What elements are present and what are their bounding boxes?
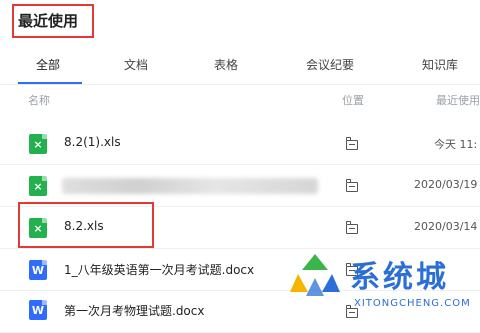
file-name[interactable]: 第一次月考物理试题.docx <box>64 302 204 319</box>
tab-meeting-notes[interactable]: 会议纪要 <box>306 56 354 73</box>
file-name[interactable]: 8.2(1).xls <box>64 135 121 149</box>
file-highlight-box <box>18 202 154 248</box>
file-date: 2020/03/19 <box>414 178 478 191</box>
file-row[interactable]: × 8.2(1).xls 今天 11: <box>0 122 480 165</box>
column-header-name: 名称 <box>28 94 50 107</box>
column-header-location[interactable]: 位置 <box>342 92 364 108</box>
watermark-text: 系统城 <box>350 260 449 295</box>
blurred-file-name <box>62 178 318 194</box>
watermark-subtext: XITONGCHENG.COM <box>354 298 471 309</box>
folder-icon[interactable] <box>346 221 358 234</box>
folder-icon[interactable] <box>346 137 358 150</box>
excel-file-icon: × <box>29 176 47 196</box>
tab-knowledge-base[interactable]: 知识库 <box>422 56 458 73</box>
watermark-logo-icon <box>290 254 340 296</box>
tab-documents[interactable]: 文档 <box>124 56 148 73</box>
title-highlight-box <box>12 4 94 38</box>
word-file-icon: W <box>29 260 47 280</box>
column-header-recent[interactable]: 最近使用 <box>436 92 480 108</box>
file-name[interactable]: 1_八年级英语第一次月考试题.docx <box>64 261 254 278</box>
word-file-icon: W <box>29 300 47 320</box>
tabs-divider <box>0 84 480 85</box>
tab-sheets[interactable]: 表格 <box>214 56 238 73</box>
file-date: 2020/03/14 <box>414 220 478 233</box>
file-date: 今天 11: <box>434 138 478 151</box>
folder-icon[interactable] <box>346 179 358 192</box>
tab-all[interactable]: 全部 <box>36 56 60 73</box>
site-watermark: 系统城 XITONGCHENG.COM <box>284 248 480 320</box>
tab-bar: 全部 文档 表格 会议纪要 知识库 <box>0 56 480 74</box>
excel-file-icon: × <box>29 134 47 154</box>
